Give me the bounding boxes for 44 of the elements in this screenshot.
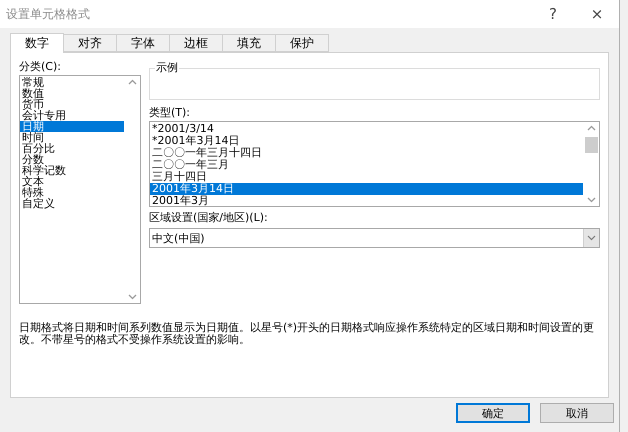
help-button[interactable]: ? <box>531 0 575 28</box>
locale-dropdown[interactable]: 中文(中国) <box>149 228 600 248</box>
category-list[interactable]: 常规 数值 货币 会计专用 日期 时间 百分比 分数 科学记数 文本 特殊 自定义 <box>19 75 141 304</box>
list-item[interactable]: *2001/3/14 <box>150 123 583 135</box>
list-item[interactable]: 科学记数 <box>20 165 124 176</box>
cancel-button[interactable]: 取消 <box>540 403 614 423</box>
scroll-down-icon[interactable] <box>128 294 136 300</box>
tab[interactable]: 对齐 <box>63 34 117 52</box>
scroll-down-icon[interactable] <box>586 197 596 203</box>
list-item[interactable]: 时间 <box>20 132 124 143</box>
close-button[interactable]: × <box>575 0 619 28</box>
locale-label: 区域设置(国家/地区)(L): <box>149 211 269 226</box>
list-item[interactable]: 二〇〇一年三月 <box>150 159 583 171</box>
list-item[interactable]: 自定义 <box>20 198 124 209</box>
category-label: 分类(C): <box>19 60 62 75</box>
sample-label: 示例 <box>155 61 179 74</box>
tab[interactable]: 填充 <box>222 34 276 52</box>
list-item[interactable]: 日期 <box>20 121 124 132</box>
tab[interactable]: 字体 <box>116 34 170 52</box>
scroll-up-icon[interactable] <box>586 125 596 131</box>
list-item[interactable]: 二〇〇一年三月十四日 <box>150 147 583 159</box>
list-item[interactable]: 常规 <box>20 77 124 88</box>
list-item[interactable]: *2001年3月14日 <box>150 135 583 147</box>
list-item[interactable]: 特殊 <box>20 187 124 198</box>
list-item[interactable]: 分数 <box>20 154 124 165</box>
scroll-up-icon[interactable] <box>128 79 136 85</box>
tab[interactable]: 保护 <box>275 34 329 52</box>
list-item[interactable]: 百分比 <box>20 143 124 154</box>
list-item[interactable]: 货币 <box>20 99 124 110</box>
type-label: 类型(T): <box>149 106 192 121</box>
ok-button[interactable]: 确定 <box>456 403 530 423</box>
window-title: 设置单元格格式 <box>6 6 91 22</box>
chevron-down-icon[interactable] <box>587 235 596 241</box>
list-item[interactable]: 2001年3月 <box>150 195 583 207</box>
list-item[interactable]: 2001年3月14日 <box>150 183 583 195</box>
list-item[interactable]: 数值 <box>20 88 124 99</box>
list-item[interactable]: 文本 <box>20 176 124 187</box>
tab[interactable]: 数字 <box>10 33 64 53</box>
list-item[interactable]: 会计专用 <box>20 110 124 121</box>
scrollbar-thumb[interactable] <box>584 137 598 153</box>
description-text: 日期格式将日期和时间系列数值显示为日期值。以星号(*)开头的日期格式响应操作系统特定的区域日期和时间设置的更改。不带星号的格式不受操作系统设置的影响。 <box>19 322 596 346</box>
type-list[interactable]: *2001/3/14 *2001年3月14日 二〇〇一年三月十四日 二〇〇一年三月 三月十四日 2001年3月14日 2001年3月 <box>149 121 600 207</box>
list-item[interactable]: 三月十四日 <box>150 171 583 183</box>
tab[interactable]: 边框 <box>169 34 223 52</box>
